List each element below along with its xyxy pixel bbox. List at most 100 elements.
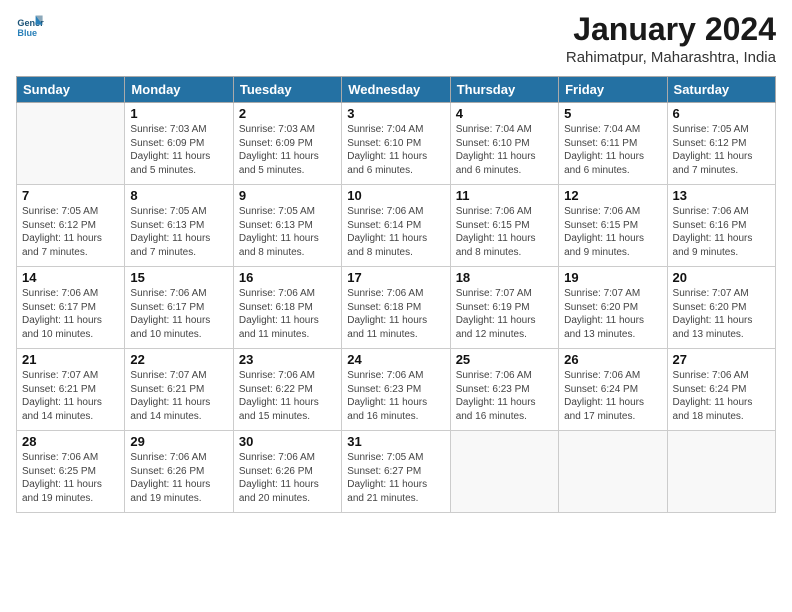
day-info: Sunrise: 7:05 AMSunset: 6:12 PMDaylight:… <box>673 123 770 177</box>
calendar-cell: 14 Sunrise: 7:06 AMSunset: 6:17 PMDayligh… <box>17 267 125 349</box>
day-info: Sunrise: 7:05 AMSunset: 6:12 PMDaylight:… <box>22 205 119 259</box>
day-number: 20 <box>673 270 770 285</box>
calendar-cell: 25 Sunrise: 7:06 AMSunset: 6:23 PMDayligh… <box>450 349 558 431</box>
day-info: Sunrise: 7:06 AMSunset: 6:23 PMDaylight:… <box>347 369 444 423</box>
calendar-cell: 19Sunrise: 7:07 AMSunset: 6:20 PMDayligh… <box>559 267 667 349</box>
day-info: Sunrise: 7:06 AMSunset: 6:15 PMDaylight:… <box>456 205 553 259</box>
day-number: 10 <box>347 188 444 203</box>
calendar-cell: 11 Sunrise: 7:06 AMSunset: 6:15 PMDayligh… <box>450 185 558 267</box>
day-info: Sunrise: 7:07 AMSunset: 6:21 PMDaylight:… <box>130 369 227 423</box>
day-info: Sunrise: 7:06 AMSunset: 6:15 PMDaylight:… <box>564 205 661 259</box>
main-container: General Blue January 2024 Rahimatpur, Ma… <box>0 0 792 521</box>
day-header-tuesday: Tuesday <box>233 77 341 103</box>
calendar-table: SundayMondayTuesdayWednesdayThursdayFrid… <box>16 76 776 513</box>
day-number: 7 <box>22 188 119 203</box>
calendar-cell: 16 Sunrise: 7:06 AMSunset: 6:18 PMDayligh… <box>233 267 341 349</box>
month-title: January 2024 <box>566 12 776 47</box>
day-info: Sunrise: 7:06 AMSunset: 6:24 PMDaylight:… <box>564 369 661 423</box>
calendar-cell: 1 Sunrise: 7:03 AMSunset: 6:09 PMDaylight… <box>125 103 233 185</box>
day-info: Sunrise: 7:04 AMSunset: 6:10 PMDaylight:… <box>456 123 553 177</box>
day-number: 23 <box>239 352 336 367</box>
day-header-sunday: Sunday <box>17 77 125 103</box>
title-area: January 2024 Rahimatpur, Maharashtra, In… <box>566 12 776 66</box>
day-info: Sunrise: 7:07 AMSunset: 6:21 PMDaylight:… <box>22 369 119 423</box>
day-info: Sunrise: 7:07 AMSunset: 6:20 PMDaylight:… <box>673 287 770 341</box>
calendar-cell: 10 Sunrise: 7:06 AMSunset: 6:14 PMDayligh… <box>342 185 450 267</box>
calendar-cell: 20 Sunrise: 7:07 AMSunset: 6:20 PMDayligh… <box>667 267 775 349</box>
calendar-cell: 9 Sunrise: 7:05 AMSunset: 6:13 PMDaylight… <box>233 185 341 267</box>
calendar-cell: 27Sunrise: 7:06 AMSunset: 6:24 PMDayligh… <box>667 349 775 431</box>
day-info: Sunrise: 7:06 AMSunset: 6:23 PMDaylight:… <box>456 369 553 423</box>
day-number: 16 <box>239 270 336 285</box>
day-info: Sunrise: 7:04 AMSunset: 6:11 PMDaylight:… <box>564 123 661 177</box>
calendar-cell <box>17 103 125 185</box>
day-number: 9 <box>239 188 336 203</box>
day-info: Sunrise: 7:05 AMSunset: 6:13 PMDaylight:… <box>130 205 227 259</box>
day-number: 5 <box>564 106 661 121</box>
calendar-cell: 31Sunrise: 7:05 AMSunset: 6:27 PMDayligh… <box>342 431 450 513</box>
day-info: Sunrise: 7:06 AMSunset: 6:26 PMDaylight:… <box>239 451 336 505</box>
calendar-cell <box>450 431 558 513</box>
day-number: 31 <box>347 434 444 449</box>
svg-text:Blue: Blue <box>17 28 37 38</box>
calendar-cell: 21 Sunrise: 7:07 AMSunset: 6:21 PMDayligh… <box>17 349 125 431</box>
header: General Blue January 2024 Rahimatpur, Ma… <box>16 12 776 66</box>
day-number: 28 <box>22 434 119 449</box>
day-info: Sunrise: 7:04 AMSunset: 6:10 PMDaylight:… <box>347 123 444 177</box>
calendar-cell: 22 Sunrise: 7:07 AMSunset: 6:21 PMDayligh… <box>125 349 233 431</box>
day-info: Sunrise: 7:06 AMSunset: 6:25 PMDaylight:… <box>22 451 119 505</box>
calendar-cell <box>667 431 775 513</box>
day-number: 2 <box>239 106 336 121</box>
calendar-cell: 5 Sunrise: 7:04 AMSunset: 6:11 PMDaylight… <box>559 103 667 185</box>
day-header-monday: Monday <box>125 77 233 103</box>
calendar-cell: 3 Sunrise: 7:04 AMSunset: 6:10 PMDaylight… <box>342 103 450 185</box>
day-info: Sunrise: 7:05 AMSunset: 6:13 PMDaylight:… <box>239 205 336 259</box>
day-info: Sunrise: 7:06 AMSunset: 6:26 PMDaylight:… <box>130 451 227 505</box>
day-number: 17 <box>347 270 444 285</box>
day-number: 6 <box>673 106 770 121</box>
location-subtitle: Rahimatpur, Maharashtra, India <box>566 49 776 66</box>
day-number: 8 <box>130 188 227 203</box>
calendar-cell: 28 Sunrise: 7:06 AMSunset: 6:25 PMDayligh… <box>17 431 125 513</box>
calendar-cell: 26 Sunrise: 7:06 AMSunset: 6:24 PMDayligh… <box>559 349 667 431</box>
day-info: Sunrise: 7:06 AMSunset: 6:18 PMDaylight:… <box>239 287 336 341</box>
day-number: 15 <box>130 270 227 285</box>
day-header-thursday: Thursday <box>450 77 558 103</box>
day-header-saturday: Saturday <box>667 77 775 103</box>
calendar-cell: 2 Sunrise: 7:03 AMSunset: 6:09 PMDaylight… <box>233 103 341 185</box>
calendar-cell: 30Sunrise: 7:06 AMSunset: 6:26 PMDayligh… <box>233 431 341 513</box>
calendar-cell: 12 Sunrise: 7:06 AMSunset: 6:15 PMDayligh… <box>559 185 667 267</box>
day-number: 4 <box>456 106 553 121</box>
day-number: 25 <box>456 352 553 367</box>
day-number: 27 <box>673 352 770 367</box>
day-number: 21 <box>22 352 119 367</box>
calendar-cell: 8 Sunrise: 7:05 AMSunset: 6:13 PMDaylight… <box>125 185 233 267</box>
calendar-cell: 24 Sunrise: 7:06 AMSunset: 6:23 PMDayligh… <box>342 349 450 431</box>
calendar-cell <box>559 431 667 513</box>
day-header-wednesday: Wednesday <box>342 77 450 103</box>
day-info: Sunrise: 7:03 AMSunset: 6:09 PMDaylight:… <box>239 123 336 177</box>
day-info: Sunrise: 7:06 AMSunset: 6:14 PMDaylight:… <box>347 205 444 259</box>
day-number: 24 <box>347 352 444 367</box>
day-info: Sunrise: 7:06 AMSunset: 6:17 PMDaylight:… <box>130 287 227 341</box>
day-number: 3 <box>347 106 444 121</box>
day-info: Sunrise: 7:07 AMSunset: 6:20 PMDaylight:… <box>564 287 661 341</box>
day-number: 22 <box>130 352 227 367</box>
logo: General Blue <box>16 12 44 40</box>
day-header-friday: Friday <box>559 77 667 103</box>
day-info: Sunrise: 7:06 AMSunset: 6:17 PMDaylight:… <box>22 287 119 341</box>
day-number: 11 <box>456 188 553 203</box>
day-info: Sunrise: 7:03 AMSunset: 6:09 PMDaylight:… <box>130 123 227 177</box>
day-info: Sunrise: 7:07 AMSunset: 6:19 PMDaylight:… <box>456 287 553 341</box>
calendar-cell: 13Sunrise: 7:06 AMSunset: 6:16 PMDayligh… <box>667 185 775 267</box>
calendar-cell: 17 Sunrise: 7:06 AMSunset: 6:18 PMDayligh… <box>342 267 450 349</box>
calendar-cell: 23 Sunrise: 7:06 AMSunset: 6:22 PMDayligh… <box>233 349 341 431</box>
day-number: 14 <box>22 270 119 285</box>
day-number: 26 <box>564 352 661 367</box>
day-info: Sunrise: 7:06 AMSunset: 6:18 PMDaylight:… <box>347 287 444 341</box>
day-number: 1 <box>130 106 227 121</box>
day-number: 12 <box>564 188 661 203</box>
day-info: Sunrise: 7:06 AMSunset: 6:22 PMDaylight:… <box>239 369 336 423</box>
calendar-cell: 7 Sunrise: 7:05 AMSunset: 6:12 PMDaylight… <box>17 185 125 267</box>
day-info: Sunrise: 7:06 AMSunset: 6:16 PMDaylight:… <box>673 205 770 259</box>
